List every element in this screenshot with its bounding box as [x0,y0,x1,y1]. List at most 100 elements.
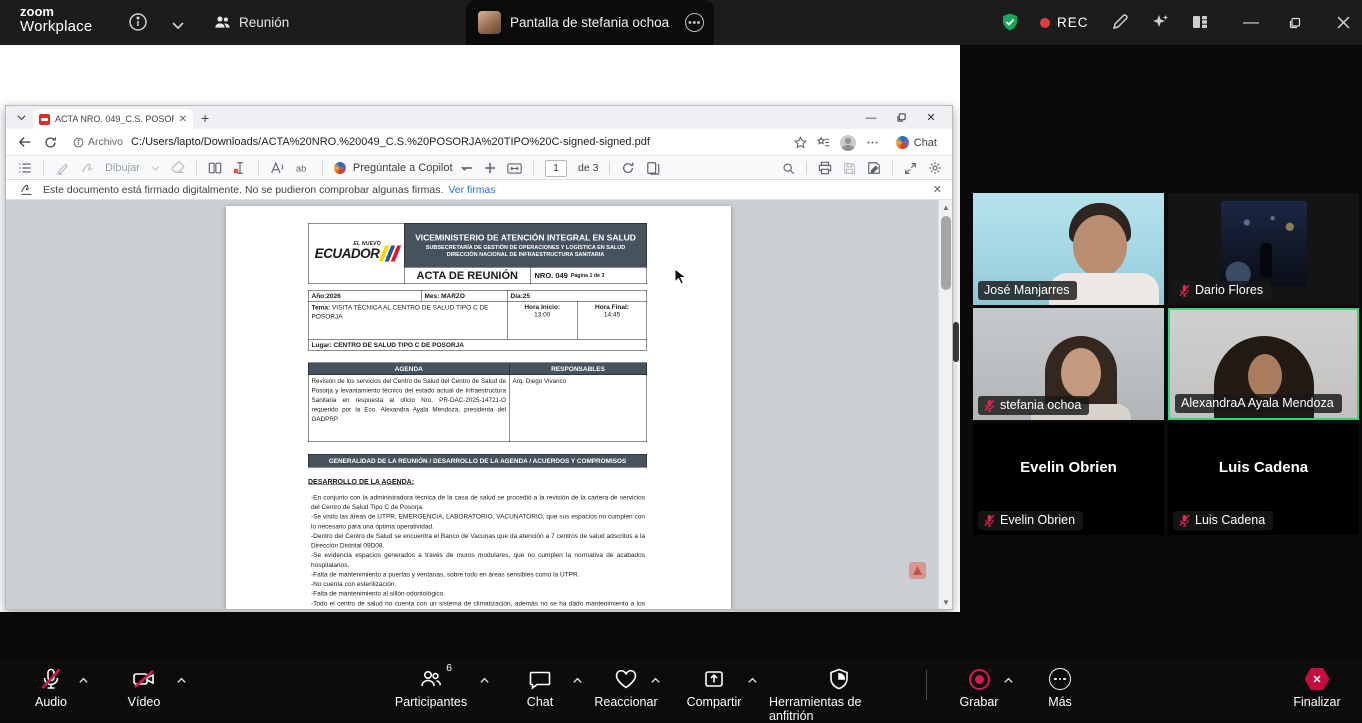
participant-display-name: Luis Cadena [1168,459,1359,476]
logo-sup-text: EL NUEVO [353,241,380,247]
tab-shared-screen[interactable]: Pantalla de stefania ochoa ••• [466,0,714,45]
settings-gear-icon[interactable] [928,161,942,175]
draw-label[interactable]: Dibujar [105,162,140,174]
scroll-up-icon[interactable]: ▲ [939,200,952,214]
participant-name-label: José Manjarres [978,281,1077,300]
participant-name: Luis Cadena [1195,513,1265,527]
info-icon[interactable] [128,12,148,32]
avatar [478,11,501,34]
text-select-icon[interactable] [233,161,247,175]
eraser-icon[interactable] [171,161,185,175]
highlighter-icon[interactable] [55,161,69,175]
tab-more-icon[interactable]: ••• [685,13,704,32]
profile-avatar[interactable] [840,135,856,151]
host-tools-button[interactable]: Herramientas de anfitrión [769,666,909,723]
security-shield-icon[interactable] [1000,12,1020,32]
view-layout-icon[interactable] [1190,12,1210,32]
participant-name-label: stefania ochoa [978,396,1089,415]
meta-day: Día:25 [508,291,647,302]
bookmark-star-icon[interactable] [794,136,807,149]
zoom-out-icon[interactable] [461,162,473,174]
back-icon[interactable] [18,135,32,149]
copilot-icon[interactable] [334,162,346,174]
save-as-icon[interactable] [867,161,881,175]
section-header: GENERALIDAD DE LA REUNIÓN / DESARROLLO D… [308,454,647,468]
notification-text: Este documento está firmado digitalmente… [43,184,443,196]
annotate-pencil-icon[interactable] [1110,12,1130,32]
two-page-view-icon[interactable] [208,161,222,175]
video-tile-dario[interactable]: Dario Flores [1168,193,1359,305]
acrobat-badge-icon[interactable] [909,562,926,579]
page-number-input[interactable] [545,160,567,177]
rotate-icon[interactable] [621,161,635,175]
notification-close-icon[interactable]: ✕ [933,183,942,196]
new-tab-button[interactable]: + [201,110,209,126]
view-signatures-link[interactable]: Ver firmas [448,184,495,196]
search-icon[interactable] [782,162,795,175]
tab-meeting[interactable]: Reunión [214,0,289,45]
refresh-icon[interactable] [44,136,57,149]
scroll-down-icon[interactable]: ▼ [939,595,952,609]
browser-menu-icon[interactable] [866,136,879,149]
copilot-chat-button[interactable]: Chat [889,134,944,151]
address-url[interactable]: C:/Users/lapto/Downloads/ACTA%20NRO.%200… [131,136,731,148]
host-tools-label: Herramientas de anfitrión [769,695,909,723]
video-button[interactable]: Vídeo [74,666,214,709]
window-close-button[interactable] [1326,0,1360,45]
bullet-item: -Falta de mantenimiento al sillón odonto… [311,589,645,599]
page-view-icon[interactable] [646,161,660,175]
browser-close-button[interactable]: ✕ [916,106,946,129]
meta-month: Mes: MARZO [422,291,508,302]
meeting-meta-table: Año:2026 Mes: MARZO Día:25 Tema: VISITA … [308,290,647,351]
participants-panel: José Manjarres Dario Flores stefania och… [960,45,1362,660]
tab-close-icon[interactable]: ✕ [179,114,187,125]
print-icon[interactable] [818,161,832,175]
meta-place: Lugar: CENTRO DE SALUD TIPO C DE POSORJA [309,340,647,351]
end-meeting-button[interactable]: ✕ Finalizar [1247,666,1362,709]
shared-scrollbar-thumb[interactable] [953,322,959,362]
text-tools-icon[interactable]: ab [296,162,311,174]
draw-chevron-icon[interactable] [151,164,160,173]
save-icon[interactable] [843,162,856,175]
zoom-in-icon[interactable] [484,162,496,174]
chat-bubble-icon [528,667,552,691]
share-screen-button[interactable]: Compartir [644,666,784,709]
browser-minimize-button[interactable]: — [856,106,886,129]
share-label: Compartir [687,695,742,709]
fit-width-icon[interactable] [507,162,522,175]
pdf-scrollbar[interactable]: ▲ ▼ [938,200,952,609]
read-aloud-icon[interactable] [270,161,285,175]
bullet-item: -En conjunto con la administradora técni… [311,493,645,512]
browser-tab-pdf[interactable]: ACTA NRO. 049_C.S. POSORJA TIP ✕ [33,109,193,129]
video-tile-jose[interactable]: José Manjarres [973,193,1164,305]
tab-search-chevron-icon[interactable] [16,112,27,123]
chevron-down-icon[interactable] [168,15,188,35]
pdf-scrollbar-thumb[interactable] [941,216,951,290]
participant-name: stefania ochoa [1000,398,1081,412]
video-tile-luis[interactable]: Luis Cadena Luis Cadena [1168,423,1359,535]
expand-icon[interactable] [904,162,917,175]
responsables-header: RESPONSABLES [510,363,647,375]
toc-icon[interactable] [18,161,32,175]
bullet-item: -Dentro del Centro de Salud se encuentra… [311,531,645,550]
video-tile-stefania[interactable]: stefania ochoa [973,308,1164,420]
video-camera-icon [131,667,157,691]
agenda-development-body: -En conjunto con la administradora técni… [308,493,647,610]
ai-sparkle-icon[interactable] [1150,12,1170,32]
more-button[interactable]: Más [990,666,1130,709]
agenda-text: Revisión de los servicios del Centro de … [309,375,510,442]
pdf-viewer-canvas[interactable]: EL NUEVO ECUADOR VICEMINISTERIO DE ATENC… [6,200,952,609]
favorites-list-icon[interactable] [817,136,830,149]
video-options-chevron-icon[interactable] [176,675,187,686]
meta-topic-value: VISITA TÉCNICA AL CENTRO DE SALUD TIPO C… [312,304,489,320]
browser-maximize-button[interactable] [886,106,916,129]
video-tile-evelin[interactable]: Evelin Obrien Evelin Obrien [973,423,1164,535]
ask-copilot-label[interactable]: Pregúntale a Copilot [353,162,453,174]
draw-icon[interactable] [80,161,94,175]
window-maximize-button[interactable] [1278,0,1312,45]
browser-window: ACTA NRO. 049_C.S. POSORJA TIP ✕ + — ✕ A… [5,105,953,610]
video-label: Vídeo [128,695,161,709]
share-chevron-icon[interactable] [747,675,758,686]
video-tile-alexandra-active-speaker[interactable]: AlexandraA Ayala Mendoza [1168,308,1359,420]
window-minimize-button[interactable]: — [1234,0,1268,45]
